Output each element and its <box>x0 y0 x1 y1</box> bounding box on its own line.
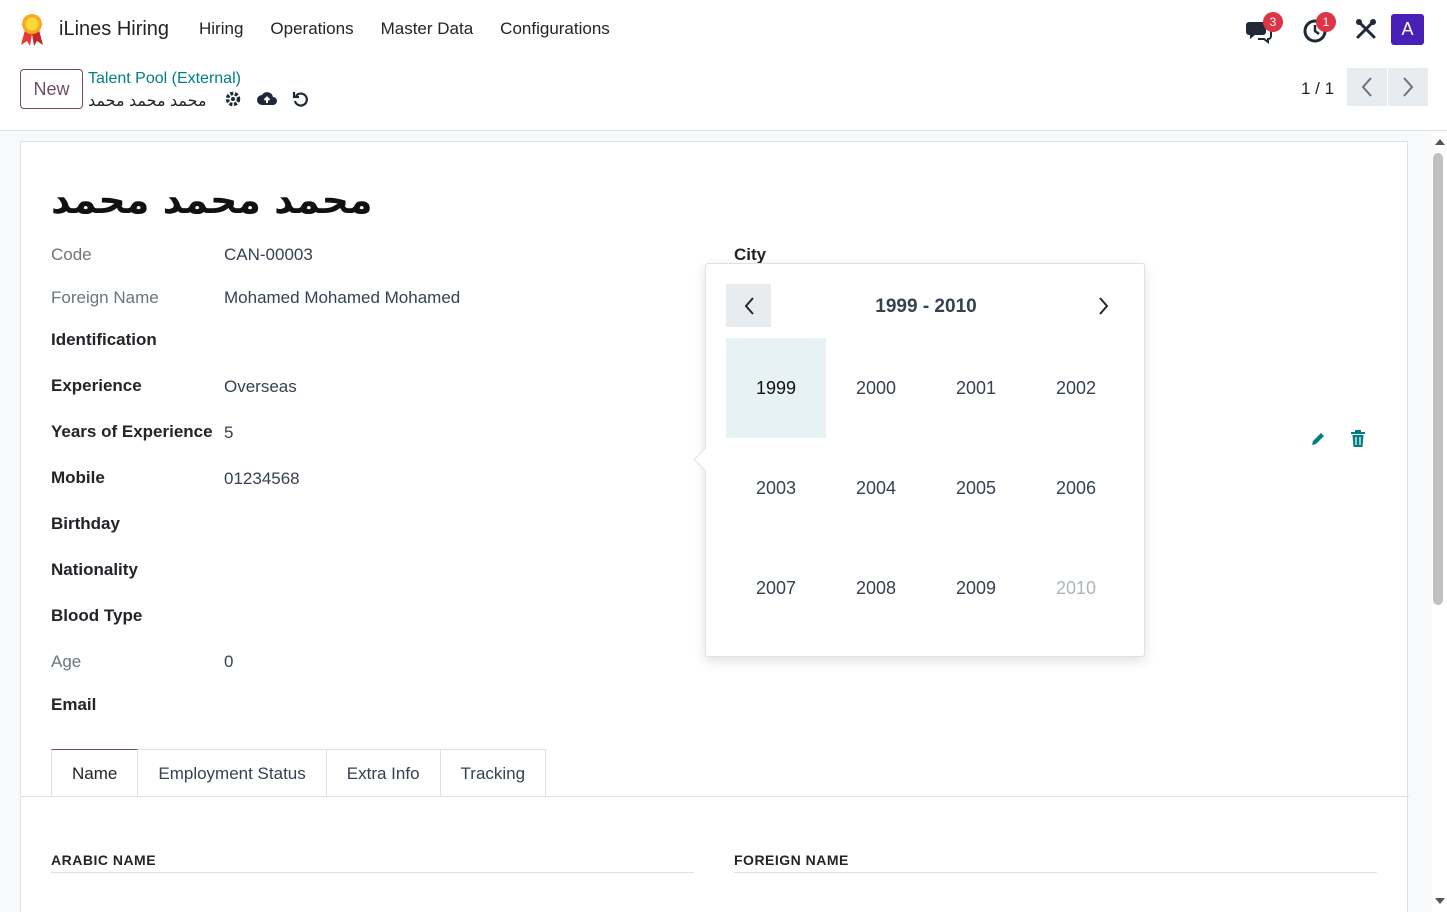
record-actions <box>224 90 310 108</box>
gear-icon[interactable] <box>224 90 242 108</box>
year-cell[interactable]: 2007 <box>726 538 826 638</box>
arabic-name-divider <box>51 872 694 873</box>
top-navbar: iLines Hiring Hiring Operations Master D… <box>0 0 1447 60</box>
foreign-name-value[interactable]: Mohamed Mohamed Mohamed <box>224 288 460 308</box>
year-cell[interactable]: 2000 <box>826 338 926 438</box>
messages-button[interactable]: 3 <box>1245 12 1283 46</box>
menu-configurations[interactable]: Configurations <box>500 19 610 39</box>
mobile-value[interactable]: 01234568 <box>224 469 300 489</box>
scroll-up-icon[interactable] <box>1434 137 1446 147</box>
experience-value[interactable]: Overseas <box>224 377 297 397</box>
tools-icon[interactable] <box>1355 18 1377 40</box>
age-value[interactable]: 0 <box>224 652 233 672</box>
tab-name[interactable]: Name <box>51 749 139 797</box>
tab-employment-status[interactable]: Employment Status <box>138 749 327 797</box>
year-cell[interactable]: 1999 <box>726 338 826 438</box>
messages-count-badge: 3 <box>1263 12 1283 32</box>
code-value[interactable]: CAN-00003 <box>224 245 313 265</box>
year-cell[interactable]: 2006 <box>1026 438 1126 538</box>
app-logo-icon[interactable] <box>18 12 46 46</box>
user-avatar[interactable]: A <box>1391 14 1424 45</box>
menu-master-data[interactable]: Master Data <box>381 19 474 39</box>
years-of-experience-value[interactable]: 5 <box>224 423 233 443</box>
activities-button[interactable]: 1 <box>1300 12 1336 46</box>
year-cell[interactable]: 2005 <box>926 438 1026 538</box>
year-cell[interactable]: 2001 <box>926 338 1026 438</box>
foreign-name-label: Foreign Name <box>51 288 159 307</box>
pencil-icon[interactable] <box>1309 430 1327 448</box>
year-cell[interactable]: 2002 <box>1026 338 1126 438</box>
cloud-upload-icon[interactable] <box>256 90 278 108</box>
row-actions <box>1309 430 1366 448</box>
year-picker-popover: 1999 - 2010 1999 2000 2001 2002 2003 200… <box>705 263 1145 657</box>
menu-operations[interactable]: Operations <box>270 19 353 39</box>
breadcrumb-parent[interactable]: Talent Pool (External) <box>88 70 241 88</box>
scrollbar-thumb[interactable] <box>1433 153 1443 605</box>
pager-previous-button[interactable] <box>1347 68 1387 106</box>
pager-next-button[interactable] <box>1388 68 1428 106</box>
chevron-left-icon <box>1361 77 1372 97</box>
control-panel: New Talent Pool (External) محمد محمد محم… <box>0 60 1447 131</box>
year-cell[interactable]: 2003 <box>726 438 826 538</box>
main-menu: Hiring Operations Master Data Configurat… <box>199 19 610 39</box>
discard-icon[interactable] <box>292 90 310 108</box>
birthday-label: Birthday <box>51 514 120 533</box>
nationality-label: Nationality <box>51 560 138 579</box>
picker-range-title[interactable]: 1999 - 2010 <box>706 296 1146 318</box>
tab-tracking[interactable]: Tracking <box>440 749 547 797</box>
breadcrumb-current: محمد محمد محمد <box>88 93 207 110</box>
years-of-experience-label: Years of Experience <box>51 422 213 441</box>
email-label: Email <box>51 695 97 714</box>
experience-label: Experience <box>51 376 142 395</box>
blood-type-label: Blood Type <box>51 606 143 625</box>
notebook-tabs: Name Employment Status Extra Info Tracki… <box>51 749 547 797</box>
new-button[interactable]: New <box>20 69 83 109</box>
picker-next-button[interactable] <box>1081 284 1126 327</box>
trash-icon[interactable] <box>1350 430 1366 448</box>
age-label: Age <box>51 652 82 671</box>
record-title[interactable]: محمد محمد محمد <box>51 178 372 222</box>
arabic-name-section-title: ARABIC NAME <box>51 852 157 868</box>
identification-label: Identification <box>51 330 157 349</box>
foreign-name-section-title: FOREIGN NAME <box>734 852 849 868</box>
tab-extra-info[interactable]: Extra Info <box>326 749 441 797</box>
year-cell[interactable]: 2008 <box>826 538 926 638</box>
chevron-right-icon <box>1098 296 1108 315</box>
pager-value[interactable]: 1 / 1 <box>1301 79 1334 99</box>
year-cell[interactable]: 2004 <box>826 438 926 538</box>
year-grid: 1999 2000 2001 2002 2003 2004 2005 2006 … <box>726 338 1126 638</box>
mobile-label: Mobile <box>51 468 105 487</box>
code-label: Code <box>51 245 92 264</box>
scroll-down-icon[interactable] <box>1434 896 1446 906</box>
city-label: City <box>734 245 767 264</box>
menu-hiring[interactable]: Hiring <box>199 19 243 39</box>
activities-count-badge: 1 <box>1316 12 1336 32</box>
tabs-divider <box>21 796 1409 797</box>
app-name[interactable]: iLines Hiring <box>59 18 169 41</box>
foreign-name-divider <box>734 872 1377 873</box>
year-cell[interactable]: 2009 <box>926 538 1026 638</box>
chevron-right-icon <box>1403 77 1414 97</box>
year-cell[interactable]: 2010 <box>1026 538 1126 638</box>
